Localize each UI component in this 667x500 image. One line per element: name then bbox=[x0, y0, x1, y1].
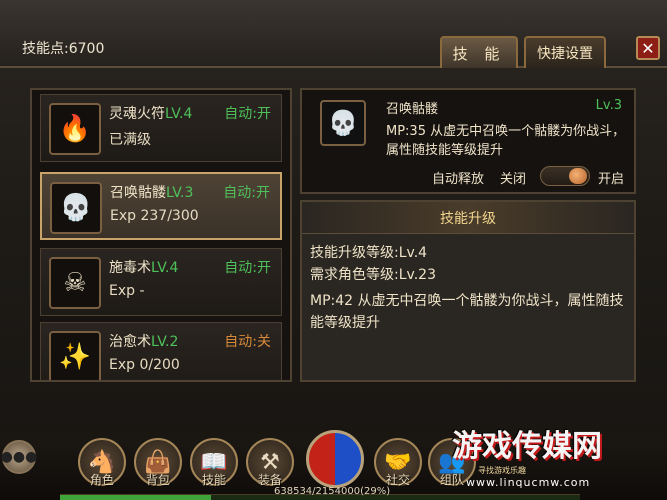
skill-exp: Exp 0/200 bbox=[109, 357, 180, 373]
skill-exp: Exp - bbox=[109, 283, 145, 299]
skill-exp: 已满级 bbox=[109, 132, 151, 148]
upgrade-description: MP:42 从虚无中召唤一个骷髅为你战斗，属性随技能等级提升 bbox=[310, 293, 624, 331]
auto-status: 自动:开 bbox=[224, 260, 271, 276]
fire-talisman-icon: 🔥 bbox=[49, 103, 101, 155]
toggle-on-label: 开启 bbox=[598, 172, 625, 187]
close-icon: ✕ bbox=[641, 38, 655, 58]
auto-status: 自动:开 bbox=[223, 185, 270, 201]
close-button[interactable]: ✕ bbox=[636, 36, 660, 60]
skill-points: 技能点:6700 bbox=[22, 41, 105, 57]
menu-label: 背包 bbox=[145, 473, 170, 487]
exp-text: 638534/2154000(29%) bbox=[274, 486, 391, 497]
toggle-off-label: 关闭 bbox=[500, 172, 527, 187]
skill-name: 召唤骷髅LV.3 bbox=[110, 185, 194, 201]
toggle-knob[interactable] bbox=[569, 168, 587, 184]
tab-shortcut-settings[interactable]: 快捷设置 bbox=[524, 36, 606, 68]
menu-label: 技能 bbox=[201, 473, 226, 487]
skill-level-requirement: 技能升级等级:Lv.4 bbox=[310, 245, 428, 261]
skill-name: 治愈术LV.2 bbox=[109, 334, 179, 350]
watermark-url: www.linqucmw.com bbox=[466, 476, 591, 489]
skill-name: 施毒术LV.4 bbox=[109, 260, 179, 276]
chat-icon: ●●● bbox=[0, 449, 38, 465]
auto-cast-label: 自动释放 bbox=[432, 172, 485, 187]
watermark-logo: 游戏传媒网 寻找游戏乐趣 www.linqucmw.com bbox=[452, 420, 642, 490]
skill-exp: Exp 237/300 bbox=[110, 208, 199, 224]
character-level-requirement: 需求角色等级:Lv.23 bbox=[310, 267, 436, 283]
menu-label: 角色 bbox=[89, 473, 114, 487]
upgrade-title: 技能升级 bbox=[302, 202, 634, 234]
skill-item-soul-fire[interactable]: 🔥 灵魂火符LV.4 自动:开 已满级 bbox=[40, 94, 282, 162]
heal-icon: ✨ bbox=[49, 331, 101, 380]
watermark-subtitle: 寻找游戏乐趣 bbox=[478, 466, 526, 475]
poison-icon: ☠ bbox=[49, 257, 101, 309]
tab-skills[interactable]: 技 能 bbox=[440, 36, 518, 68]
auto-status: 自动:关 bbox=[224, 334, 271, 350]
skill-item-summon-skeleton[interactable]: 💀 召唤骷髅LV.3 自动:开 Exp 237/300 bbox=[40, 172, 282, 240]
exp-bar-fill bbox=[60, 495, 211, 500]
skill-list[interactable]: 🔥 灵魂火符LV.4 自动:开 已满级 💀 召唤骷髅LV.3 自动:开 Exp … bbox=[30, 88, 292, 382]
detail-description: MP:35 从虚无中召唤一个骷髅为你战斗，属性随技能等级提升 bbox=[386, 124, 626, 158]
detail-skill-level: Lv.3 bbox=[595, 98, 622, 113]
top-bar: 技能点:6700 技 能 快捷设置 ✕ bbox=[0, 0, 667, 68]
skill-upgrade-panel: 技能升级 技能升级等级:Lv.4 需求角色等级:Lv.23 MP:42 从虚无中… bbox=[300, 200, 636, 382]
chat-button[interactable]: ●●● bbox=[0, 440, 38, 474]
watermark-title: 游戏传媒网 bbox=[452, 429, 602, 464]
skill-name: 灵魂火符LV.4 bbox=[109, 106, 193, 122]
skill-item-heal[interactable]: ✨ 治愈术LV.2 自动:关 Exp 0/200 bbox=[40, 322, 282, 380]
auto-status: 自动:开 bbox=[224, 106, 271, 122]
detail-skill-name: 召唤骷髅 bbox=[386, 102, 439, 117]
skull-icon: 💀 bbox=[50, 182, 102, 234]
auto-cast-toggle[interactable] bbox=[540, 166, 590, 186]
skill-item-poison[interactable]: ☠ 施毒术LV.4 自动:开 Exp - bbox=[40, 248, 282, 316]
skull-icon: 💀 bbox=[320, 100, 366, 146]
skill-detail: 💀 召唤骷髅 Lv.3 MP:35 从虚无中召唤一个骷髅为你战斗，属性随技能等级… bbox=[300, 88, 636, 194]
hp-mp-orb bbox=[306, 430, 364, 488]
